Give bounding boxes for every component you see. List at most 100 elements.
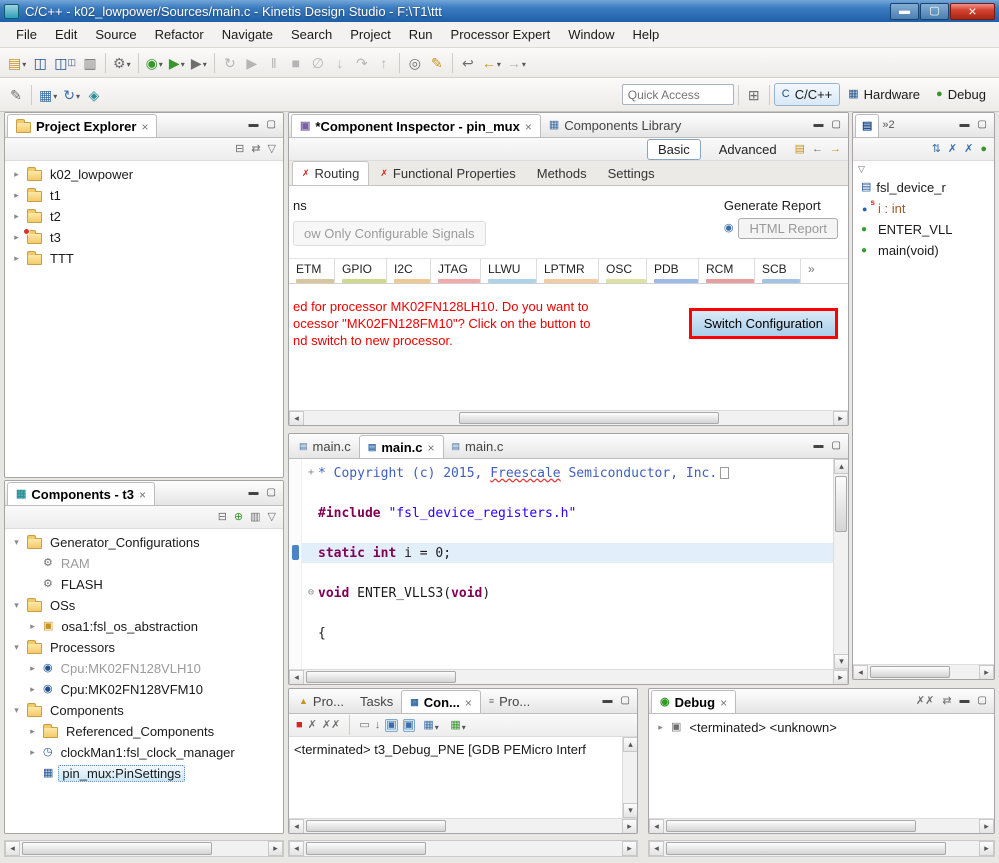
html-report-button[interactable]: HTML Report xyxy=(738,218,838,239)
print-button[interactable] xyxy=(79,51,101,75)
scroll-left-icon[interactable] xyxy=(649,841,664,856)
tab-tasks[interactable]: Tasks xyxy=(352,689,401,713)
close-console-icon[interactable] xyxy=(465,695,472,710)
scroll-thumb[interactable] xyxy=(666,842,946,855)
edit-component-button[interactable] xyxy=(5,83,27,107)
tab-outline[interactable] xyxy=(855,114,880,137)
save-all-button[interactable] xyxy=(51,51,79,75)
scroll-down-icon[interactable] xyxy=(834,654,848,669)
scroll-thumb[interactable] xyxy=(22,842,212,855)
column-osc[interactable]: OSC xyxy=(599,259,647,283)
advanced-button[interactable]: Advanced xyxy=(708,139,788,160)
scroll-thumb[interactable] xyxy=(306,842,426,855)
maximize-view-icon[interactable] xyxy=(978,120,987,130)
show-stdout-icon[interactable] xyxy=(385,718,398,732)
terminate-icon[interactable] xyxy=(296,720,303,731)
project-row[interactable]: t1 xyxy=(5,185,283,206)
editor-vertical-scrollbar[interactable] xyxy=(833,459,848,669)
scroll-up-icon[interactable] xyxy=(623,737,637,752)
menu-processor-expert[interactable]: Processor Expert xyxy=(443,24,559,45)
tab-component-inspector[interactable]: *Component Inspector - pin_mux xyxy=(291,114,541,137)
disconnect-button[interactable] xyxy=(307,51,329,75)
column-rcm[interactable]: RCM xyxy=(699,259,755,283)
column-i2c[interactable]: I2C xyxy=(387,259,431,283)
build-button[interactable] xyxy=(110,51,134,75)
tab-functional-properties[interactable]: Functional Properties xyxy=(370,161,525,185)
minimize-view-icon[interactable] xyxy=(249,488,259,498)
scroll-thumb[interactable] xyxy=(870,666,950,678)
maximize-view-icon[interactable] xyxy=(978,696,987,706)
tab-routing[interactable]: Routing xyxy=(292,161,370,185)
close-project-explorer-icon[interactable] xyxy=(141,119,148,134)
components-group-row[interactable]: OSs xyxy=(5,595,283,616)
column-scb[interactable]: SCB xyxy=(755,259,801,283)
scroll-right-icon[interactable] xyxy=(268,841,283,856)
restart-button[interactable] xyxy=(219,51,241,75)
hide-fields-icon[interactable] xyxy=(948,144,957,155)
components-group-row[interactable]: Processors xyxy=(5,637,283,658)
console-output[interactable]: <terminated> t3_Debug_PNE [GDB PEMicro I… xyxy=(289,737,622,818)
switch-configuration-button[interactable]: Switch Configuration xyxy=(688,308,838,339)
scroll-lock-icon[interactable] xyxy=(375,720,381,731)
scroll-up-icon[interactable] xyxy=(834,459,848,474)
hide-non-public-icon[interactable] xyxy=(980,144,987,155)
left-horizontal-scrollbar[interactable] xyxy=(4,840,284,857)
suspend-button[interactable] xyxy=(263,51,285,75)
fold-collapsed-icon[interactable] xyxy=(304,468,318,478)
maximize-view-icon[interactable] xyxy=(267,488,276,498)
scroll-left-icon[interactable] xyxy=(649,819,664,833)
scroll-left-icon[interactable] xyxy=(289,411,304,425)
inspector-horizontal-scrollbar[interactable] xyxy=(289,410,848,425)
menu-source[interactable]: Source xyxy=(87,24,144,45)
tab-problems[interactable]: Pro... xyxy=(291,689,352,713)
external-tools-button[interactable] xyxy=(188,51,210,75)
tab-properties[interactable]: Pro... xyxy=(481,689,538,713)
sort-icon[interactable] xyxy=(932,144,941,155)
menu-edit[interactable]: Edit xyxy=(47,24,85,45)
menu-project[interactable]: Project xyxy=(342,24,398,45)
center-horizontal-scrollbar[interactable] xyxy=(288,840,638,857)
project-row[interactable]: TTT xyxy=(5,248,283,269)
view-menu-icon[interactable] xyxy=(268,512,276,523)
open-perspective-button[interactable] xyxy=(743,83,765,107)
scroll-thumb[interactable] xyxy=(459,412,719,424)
show-stderr-icon[interactable] xyxy=(402,718,416,732)
basic-button[interactable]: Basic xyxy=(646,138,701,160)
scroll-thumb[interactable] xyxy=(306,671,456,683)
minimize-view-icon[interactable] xyxy=(603,696,613,706)
project-row[interactable]: t2 xyxy=(5,206,283,227)
step-over-button[interactable] xyxy=(351,51,373,75)
scroll-left-icon[interactable] xyxy=(5,841,20,856)
console-vertical-scrollbar[interactable] xyxy=(622,737,637,818)
editor-tab-main-c-2[interactable]: main.c xyxy=(358,435,444,458)
component-row[interactable]: osa1:fsl_os_abstraction xyxy=(5,616,283,637)
component-row[interactable]: Referenced_Components xyxy=(5,721,283,742)
scroll-thumb[interactable] xyxy=(666,820,916,832)
column-jtag[interactable]: JTAG xyxy=(431,259,481,283)
inspector-back-icon[interactable] xyxy=(812,144,823,155)
tab-components-library[interactable]: Components Library xyxy=(541,113,689,137)
filter-components-icon[interactable] xyxy=(250,512,260,523)
scroll-thumb[interactable] xyxy=(835,476,847,532)
menu-search[interactable]: Search xyxy=(283,24,340,45)
outline-item-function[interactable]: main(void) xyxy=(853,240,994,261)
maximize-view-icon[interactable] xyxy=(621,696,630,706)
component-row[interactable]: Cpu:MK02FN128VLH10 xyxy=(5,658,283,679)
columns-overflow[interactable]: » xyxy=(801,259,827,283)
scroll-left-icon[interactable] xyxy=(289,819,304,833)
column-gpio[interactable]: GPIO xyxy=(335,259,387,283)
remove-all-launches-icon[interactable] xyxy=(322,720,340,731)
resume-button[interactable] xyxy=(241,51,263,75)
folded-text-icon[interactable] xyxy=(720,467,730,479)
outline-horizontal-scrollbar[interactable] xyxy=(853,664,994,679)
step-return-button[interactable] xyxy=(373,51,395,75)
close-component-inspector-icon[interactable] xyxy=(525,119,532,134)
forward-button[interactable] xyxy=(504,51,529,75)
hide-static-members-icon[interactable] xyxy=(964,144,973,155)
link-with-editor-icon[interactable] xyxy=(251,144,260,155)
component-row[interactable]: FLASH xyxy=(5,574,283,595)
scroll-right-icon[interactable] xyxy=(833,411,848,425)
editor-horizontal-scrollbar[interactable] xyxy=(289,669,848,684)
generate-code-button[interactable] xyxy=(60,83,83,107)
menu-refactor[interactable]: Refactor xyxy=(147,24,212,45)
